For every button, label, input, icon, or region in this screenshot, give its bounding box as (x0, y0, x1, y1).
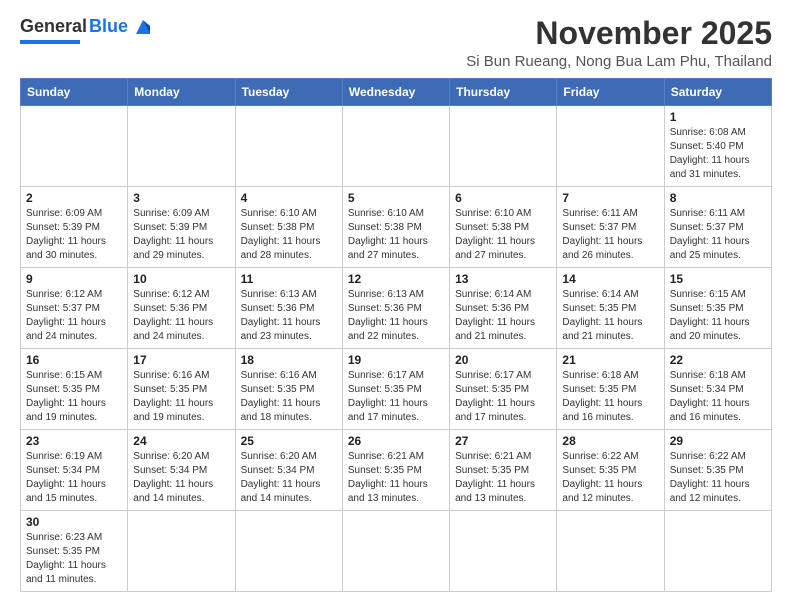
col-thursday: Thursday (450, 79, 557, 106)
day-5: 5 Sunrise: 6:10 AMSunset: 5:38 PMDayligh… (342, 187, 449, 268)
col-friday: Friday (557, 79, 664, 106)
day-29: 29 Sunrise: 6:22 AMSunset: 5:35 PMDaylig… (664, 430, 771, 511)
logo: General Blue (20, 16, 154, 44)
logo-icon (132, 16, 154, 38)
col-monday: Monday (128, 79, 235, 106)
calendar-table: Sunday Monday Tuesday Wednesday Thursday… (20, 78, 772, 592)
col-tuesday: Tuesday (235, 79, 342, 106)
day-10: 10 Sunrise: 6:12 AMSunset: 5:36 PMDaylig… (128, 268, 235, 349)
month-title: November 2025 (466, 16, 772, 51)
calendar-row-4: 16 Sunrise: 6:15 AMSunset: 5:35 PMDaylig… (21, 349, 772, 430)
day-7: 7 Sunrise: 6:11 AMSunset: 5:37 PMDayligh… (557, 187, 664, 268)
page-header: General Blue November 2025 Si Bun Rueang… (20, 16, 772, 70)
day-9: 9 Sunrise: 6:12 AMSunset: 5:37 PMDayligh… (21, 268, 128, 349)
day-16: 16 Sunrise: 6:15 AMSunset: 5:35 PMDaylig… (21, 349, 128, 430)
empty-cell (235, 511, 342, 592)
day-4: 4 Sunrise: 6:10 AMSunset: 5:38 PMDayligh… (235, 187, 342, 268)
day-18: 18 Sunrise: 6:16 AMSunset: 5:35 PMDaylig… (235, 349, 342, 430)
empty-cell (450, 106, 557, 187)
day-8: 8 Sunrise: 6:11 AMSunset: 5:37 PMDayligh… (664, 187, 771, 268)
day-19: 19 Sunrise: 6:17 AMSunset: 5:35 PMDaylig… (342, 349, 449, 430)
calendar-row-2: 2 Sunrise: 6:09 AMSunset: 5:39 PMDayligh… (21, 187, 772, 268)
day-11: 11 Sunrise: 6:13 AMSunset: 5:36 PMDaylig… (235, 268, 342, 349)
day-20: 20 Sunrise: 6:17 AMSunset: 5:35 PMDaylig… (450, 349, 557, 430)
calendar-header-row: Sunday Monday Tuesday Wednesday Thursday… (21, 79, 772, 106)
logo-general: General (20, 17, 87, 37)
calendar-row-6: 30 Sunrise: 6:23 AMSunset: 5:35 PMDaylig… (21, 511, 772, 592)
calendar-row-1: 1 Sunrise: 6:08 AMSunset: 5:40 PMDayligh… (21, 106, 772, 187)
day-1: 1 Sunrise: 6:08 AMSunset: 5:40 PMDayligh… (664, 106, 771, 187)
day-12: 12 Sunrise: 6:13 AMSunset: 5:36 PMDaylig… (342, 268, 449, 349)
day-24: 24 Sunrise: 6:20 AMSunset: 5:34 PMDaylig… (128, 430, 235, 511)
calendar-row-3: 9 Sunrise: 6:12 AMSunset: 5:37 PMDayligh… (21, 268, 772, 349)
day-17: 17 Sunrise: 6:16 AMSunset: 5:35 PMDaylig… (128, 349, 235, 430)
day-15: 15 Sunrise: 6:15 AMSunset: 5:35 PMDaylig… (664, 268, 771, 349)
location-title: Si Bun Rueang, Nong Bua Lam Phu, Thailan… (466, 53, 772, 70)
empty-cell (557, 511, 664, 592)
empty-cell (21, 106, 128, 187)
day-22: 22 Sunrise: 6:18 AMSunset: 5:34 PMDaylig… (664, 349, 771, 430)
day-25: 25 Sunrise: 6:20 AMSunset: 5:34 PMDaylig… (235, 430, 342, 511)
title-section: November 2025 Si Bun Rueang, Nong Bua La… (466, 16, 772, 70)
day-23: 23 Sunrise: 6:19 AMSunset: 5:34 PMDaylig… (21, 430, 128, 511)
day-26: 26 Sunrise: 6:21 AMSunset: 5:35 PMDaylig… (342, 430, 449, 511)
logo-bar (20, 40, 80, 44)
day-3: 3 Sunrise: 6:09 AMSunset: 5:39 PMDayligh… (128, 187, 235, 268)
empty-cell (342, 106, 449, 187)
col-wednesday: Wednesday (342, 79, 449, 106)
empty-cell (128, 511, 235, 592)
day-30: 30 Sunrise: 6:23 AMSunset: 5:35 PMDaylig… (21, 511, 128, 592)
logo-blue: Blue (89, 17, 128, 37)
calendar-row-5: 23 Sunrise: 6:19 AMSunset: 5:34 PMDaylig… (21, 430, 772, 511)
day-27: 27 Sunrise: 6:21 AMSunset: 5:35 PMDaylig… (450, 430, 557, 511)
empty-cell (235, 106, 342, 187)
col-sunday: Sunday (21, 79, 128, 106)
empty-cell (557, 106, 664, 187)
day-14: 14 Sunrise: 6:14 AMSunset: 5:35 PMDaylig… (557, 268, 664, 349)
empty-cell (664, 511, 771, 592)
day-13: 13 Sunrise: 6:14 AMSunset: 5:36 PMDaylig… (450, 268, 557, 349)
day-2: 2 Sunrise: 6:09 AMSunset: 5:39 PMDayligh… (21, 187, 128, 268)
col-saturday: Saturday (664, 79, 771, 106)
day-28: 28 Sunrise: 6:22 AMSunset: 5:35 PMDaylig… (557, 430, 664, 511)
day-21: 21 Sunrise: 6:18 AMSunset: 5:35 PMDaylig… (557, 349, 664, 430)
day-6: 6 Sunrise: 6:10 AMSunset: 5:38 PMDayligh… (450, 187, 557, 268)
empty-cell (450, 511, 557, 592)
empty-cell (342, 511, 449, 592)
empty-cell (128, 106, 235, 187)
